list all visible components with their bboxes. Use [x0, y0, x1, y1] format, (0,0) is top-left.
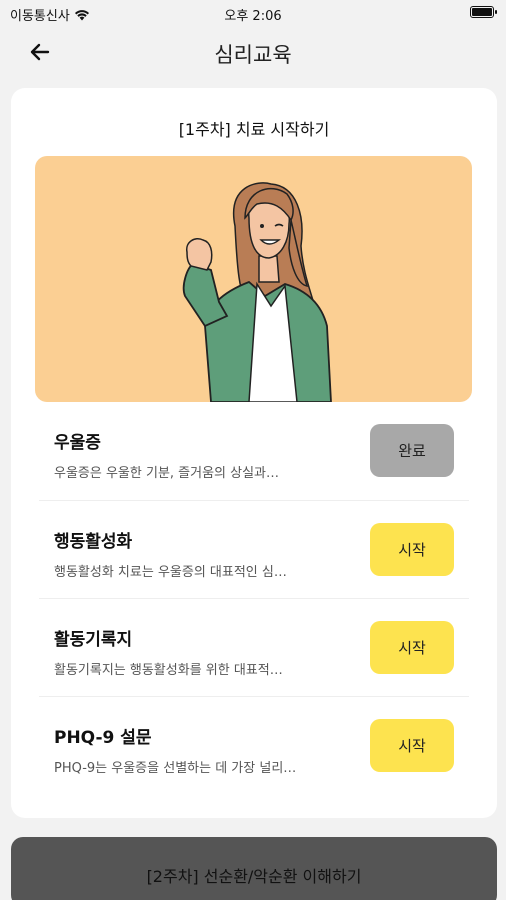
start-button[interactable]: 시작 [370, 719, 454, 772]
woman-illustration [182, 182, 332, 402]
lesson-title: 활동기록지 [54, 630, 133, 650]
start-button[interactable]: 시작 [370, 523, 454, 576]
next-week-title: [2주차] 선순환/악순환 이해하기 [146, 867, 362, 886]
lesson-description: 활동기록지는 행동활성화를 위한 대표적… [54, 663, 283, 678]
lesson-description: 우울증은 우울한 기분, 즐거움의 상실과… [54, 466, 280, 481]
lesson-item-behavioral-activation: 행동활성화 행동활성화 치료는 우울증의 대표적인 심… 시작 [39, 500, 469, 598]
hero-illustration [35, 156, 472, 402]
complete-button[interactable]: 완료 [370, 424, 454, 477]
status-time: 오후 2:06 [224, 9, 282, 24]
battery-icon [470, 6, 497, 18]
lesson-description: PHQ-9는 우울증을 선별하는 데 가장 널리… [54, 761, 297, 776]
lesson-item-activity-log: 활동기록지 활동기록지는 행동활성화를 위한 대표적… 시작 [39, 598, 469, 696]
start-button[interactable]: 시작 [370, 621, 454, 674]
lesson-description: 행동활성화 치료는 우울증의 대표적인 심… [54, 565, 287, 580]
page-title: 심리교육 [214, 43, 292, 67]
week-card: [1주차] 치료 시작하기 우울증 우울증은 우울한 기분, 즐거움의 상실과…… [11, 88, 497, 818]
status-bar: 이동통신사 오후 2:06 [0, 0, 506, 26]
week-title: [1주차] 치료 시작하기 [178, 120, 330, 139]
next-week-card[interactable]: [2주차] 선순환/악순환 이해하기 [11, 837, 497, 900]
lesson-item-phq9: PHQ-9 설문 PHQ-9는 우울증을 선별하는 데 가장 널리… 시작 [39, 696, 469, 794]
lesson-item-depression: 우울증 우울증은 우울한 기분, 즐거움의 상실과… 완료 [39, 402, 469, 500]
lesson-title: 행동활성화 [54, 532, 133, 552]
lesson-title: PHQ-9 설문 [54, 728, 152, 748]
lesson-title: 우울증 [54, 433, 101, 453]
nav-bar: 심리교육 [0, 26, 506, 78]
